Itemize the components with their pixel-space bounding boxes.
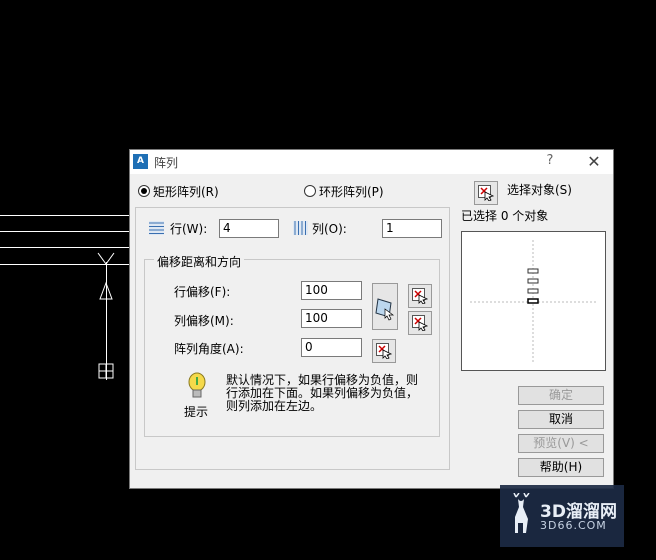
polar-array-radio[interactable] — [304, 185, 316, 197]
pick-rectangle-icon — [375, 298, 395, 321]
lightbulb-icon — [188, 372, 206, 398]
row-offset-input[interactable]: 100 — [301, 281, 362, 300]
select-objects-button[interactable] — [474, 181, 498, 205]
tip-label: 提示 — [184, 405, 209, 419]
rect-array-radio[interactable] — [138, 185, 150, 197]
help-button[interactable]: 帮助(H) — [518, 458, 604, 477]
cad-line — [0, 215, 130, 216]
pick-both-offsets-button[interactable] — [372, 283, 398, 330]
close-button[interactable]: ✕ — [583, 152, 605, 172]
select-cursor-icon — [478, 185, 494, 201]
polar-array-label[interactable]: 环形阵列(P) — [319, 183, 384, 200]
rect-array-label[interactable]: 矩形阵列(R) — [153, 183, 219, 200]
deer-logo-icon — [513, 493, 530, 533]
selected-count-text: 已选择 0 个对象 — [461, 209, 549, 223]
preview-graphic — [470, 240, 597, 364]
cad-line — [0, 247, 130, 248]
rows-icon — [149, 221, 164, 235]
col-offset-input[interactable]: 100 — [301, 309, 362, 328]
tip-text-line-3: 则列添加在左边。 — [226, 399, 323, 413]
angle-input[interactable]: 0 — [301, 338, 362, 357]
cancel-button[interactable]: 取消 — [518, 410, 604, 429]
help-title-button[interactable]: ? — [539, 153, 561, 171]
pick-point-icon — [376, 343, 392, 359]
pick-point-icon — [412, 288, 428, 304]
app-icon: A — [133, 154, 148, 169]
columns-icon — [293, 221, 308, 235]
columns-input[interactable]: 1 — [382, 219, 442, 238]
pick-row-offset-button[interactable] — [408, 284, 432, 308]
pick-point-icon — [412, 315, 428, 331]
pick-col-offset-button[interactable] — [408, 311, 432, 335]
watermark-subtext: 3D66.COM — [540, 519, 607, 532]
ok-button[interactable]: 确定 — [518, 386, 604, 405]
offset-group-title: 偏移距离和方向 — [154, 253, 245, 270]
cad-line — [0, 231, 130, 232]
rows-input[interactable]: 4 — [219, 219, 279, 238]
ucs-icon — [97, 252, 115, 379]
title-bar[interactable]: A 阵列 ? ✕ — [130, 150, 613, 174]
row-offset-label: 行偏移(F): — [174, 285, 231, 299]
preview-button[interactable]: 预览(V) < — [518, 434, 604, 453]
dialog-title: 阵列 — [154, 156, 179, 170]
angle-label: 阵列角度(A): — [174, 342, 244, 356]
array-dialog: A 阵列 ? ✕ 矩形阵列(R) 环形阵列(P) 选择对象(S) 已选择 0 个… — [129, 149, 614, 489]
array-preview — [461, 231, 606, 371]
pick-angle-button[interactable] — [372, 339, 396, 363]
select-objects-label: 选择对象(S) — [507, 183, 572, 197]
rows-label: 行(W): — [170, 222, 208, 236]
col-offset-label: 列偏移(M): — [174, 314, 234, 328]
columns-label: 列(O): — [312, 222, 347, 236]
